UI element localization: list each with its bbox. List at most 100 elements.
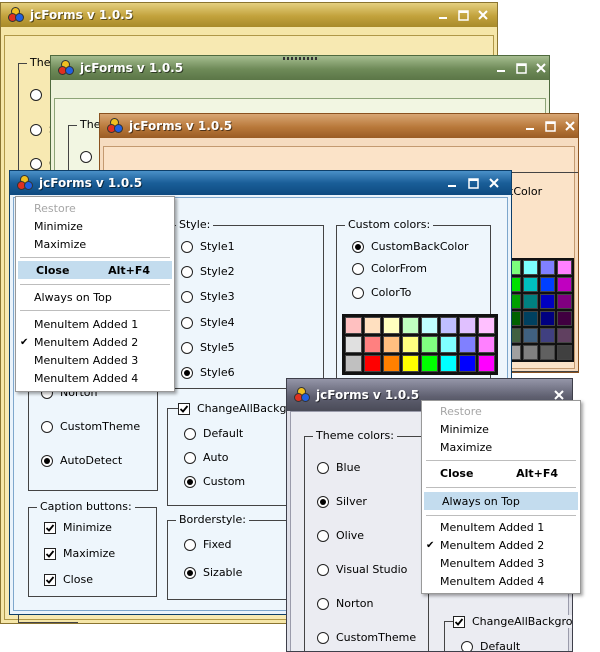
radio-customtheme[interactable]: CustomTheme [317, 631, 416, 644]
menu-item-added-3[interactable]: MenuItem Added 3 [16, 351, 174, 369]
radio-circle[interactable] [317, 461, 329, 474]
menu-item-minimize[interactable]: Minimize [16, 217, 174, 235]
radio-circle[interactable] [181, 316, 193, 329]
title-bar[interactable]: jcForms v 1.0.5 [1, 3, 497, 27]
radio-circle[interactable] [184, 427, 196, 440]
radio-olive[interactable]: Olive [317, 529, 364, 542]
close-button[interactable] [484, 171, 504, 195]
drag-grip-icon[interactable] [283, 57, 319, 60]
radio-style3[interactable]: Style3 [181, 290, 235, 303]
menu-item-added-4[interactable]: MenuItem Added 4 [16, 369, 174, 387]
minimize-button[interactable] [520, 114, 540, 138]
radio-circle[interactable] [352, 262, 364, 275]
checkbox[interactable] [453, 615, 465, 628]
radio-style4[interactable]: Style4 [181, 316, 235, 329]
menu-item-restore[interactable]: Restore [422, 402, 580, 420]
radio-circle[interactable] [184, 451, 196, 464]
radio-style6[interactable]: Style6 [181, 366, 235, 379]
radio-fixed[interactable]: Fixed [184, 538, 232, 551]
radio-circle[interactable] [317, 495, 329, 508]
radio-circle[interactable] [41, 454, 53, 467]
menu-label: MenuItem Added 1 [440, 520, 545, 534]
radio-circle[interactable] [181, 240, 193, 253]
radio-default[interactable]: Default [461, 640, 520, 651]
menu-item-close[interactable]: Close Alt+F4 [422, 464, 580, 482]
radio-circle[interactable] [181, 366, 193, 379]
radio-circle[interactable] [352, 286, 364, 299]
borderstyle-group: Borderstyle: [167, 513, 295, 600]
menu-item-minimize[interactable]: Minimize [422, 420, 580, 438]
checkbox[interactable] [178, 402, 190, 415]
menu-item-added-4[interactable]: MenuItem Added 4 [422, 572, 580, 590]
radio-circle[interactable] [461, 640, 473, 651]
maximize-button[interactable] [540, 114, 560, 138]
minimize-button[interactable] [433, 3, 453, 27]
radio-circle[interactable] [317, 563, 329, 576]
checkbox-change-all-background[interactable]: ChangeAllBackgrou [453, 615, 572, 628]
maximize-button[interactable] [453, 3, 473, 27]
menu-item-added-1[interactable]: MenuItem Added 1 [16, 315, 174, 333]
radio-visual-studio[interactable]: Visual Studio [317, 563, 407, 576]
radio-colorto[interactable]: ColorTo [352, 286, 411, 299]
radio-norton[interactable]: Norton [317, 597, 374, 610]
radio-circle[interactable] [30, 88, 42, 101]
menu-item-restore[interactable]: Restore [16, 199, 174, 217]
menu-item-close[interactable]: Close Alt+F4 [18, 261, 172, 279]
system-menu-blue[interactable]: Restore Minimize Maximize Close Alt+F4 Al… [15, 196, 175, 392]
menu-item-added-2[interactable]: ✔ MenuItem Added 2 [16, 333, 174, 351]
menu-item-always-on-top[interactable]: Always on Top [424, 492, 578, 510]
radio-style5[interactable]: Style5 [181, 341, 235, 354]
close-button[interactable] [560, 114, 578, 138]
radio-circle[interactable] [317, 631, 329, 644]
radio-default[interactable]: Default [184, 427, 243, 440]
checkbox[interactable] [44, 573, 56, 586]
title-bar[interactable]: jcForms v 1.0.5 [100, 114, 578, 138]
menu-item-added-3[interactable]: MenuItem Added 3 [422, 554, 580, 572]
radio-colorfrom[interactable]: ColorFrom [352, 262, 427, 275]
checkbox-close[interactable]: Close [44, 573, 93, 586]
radio-circle[interactable] [80, 151, 92, 163]
radio-autodetect[interactable]: AutoDetect [41, 454, 122, 467]
radio-circle[interactable] [30, 157, 42, 170]
color-palette[interactable] [342, 314, 498, 375]
radio-customtheme[interactable]: CustomTheme [41, 420, 140, 433]
radio-circle[interactable] [30, 123, 42, 136]
title-bar[interactable]: jcForms v 1.0.5 [10, 171, 511, 195]
menu-item-maximize[interactable]: Maximize [422, 438, 580, 456]
radio-auto[interactable]: Auto [184, 451, 229, 464]
color-palette[interactable] [504, 258, 574, 362]
menu-item-added-1[interactable]: MenuItem Added 1 [422, 518, 580, 536]
radio-style1[interactable]: Style1 [181, 240, 235, 253]
radio-circle[interactable] [184, 475, 196, 488]
radio-circle[interactable] [181, 290, 193, 303]
menu-item-added-2[interactable]: ✔ MenuItem Added 2 [422, 536, 580, 554]
checkbox-minimize[interactable]: Minimize [44, 521, 112, 534]
radio-custom[interactable]: Custom [184, 475, 245, 488]
minimize-button[interactable] [491, 56, 511, 80]
menu-item-maximize[interactable]: Maximize [16, 235, 174, 253]
close-button[interactable] [473, 3, 493, 27]
system-menu-silver[interactable]: Restore Minimize Maximize Close Alt+F4 Al… [421, 400, 581, 594]
radio-circle[interactable] [181, 341, 193, 354]
radio-silver[interactable]: Silver [317, 495, 367, 508]
maximize-button[interactable] [463, 171, 483, 195]
minimize-button[interactable] [442, 171, 462, 195]
radio-circle[interactable] [317, 597, 329, 610]
radio-sizable[interactable]: Sizable [184, 566, 242, 579]
radio-circle[interactable] [184, 566, 196, 579]
radio-circle[interactable] [317, 529, 329, 542]
radio-style2[interactable]: Style2 [181, 265, 235, 278]
radio-circle[interactable] [41, 420, 53, 433]
checkbox-maximize[interactable]: Maximize [44, 547, 115, 560]
radio-circle[interactable] [181, 265, 193, 278]
menu-item-always-on-top[interactable]: Always on Top [16, 288, 174, 306]
checkbox[interactable] [44, 547, 56, 560]
radio-circle[interactable] [352, 240, 364, 253]
close-button[interactable] [531, 56, 549, 80]
radio-circle[interactable] [184, 538, 196, 551]
checkbox[interactable] [44, 521, 56, 534]
radio-option[interactable] [80, 151, 99, 163]
maximize-button[interactable] [511, 56, 531, 80]
radio-custombackcolor[interactable]: CustomBackColor [352, 240, 469, 253]
radio-blue[interactable]: Blue [317, 461, 360, 474]
